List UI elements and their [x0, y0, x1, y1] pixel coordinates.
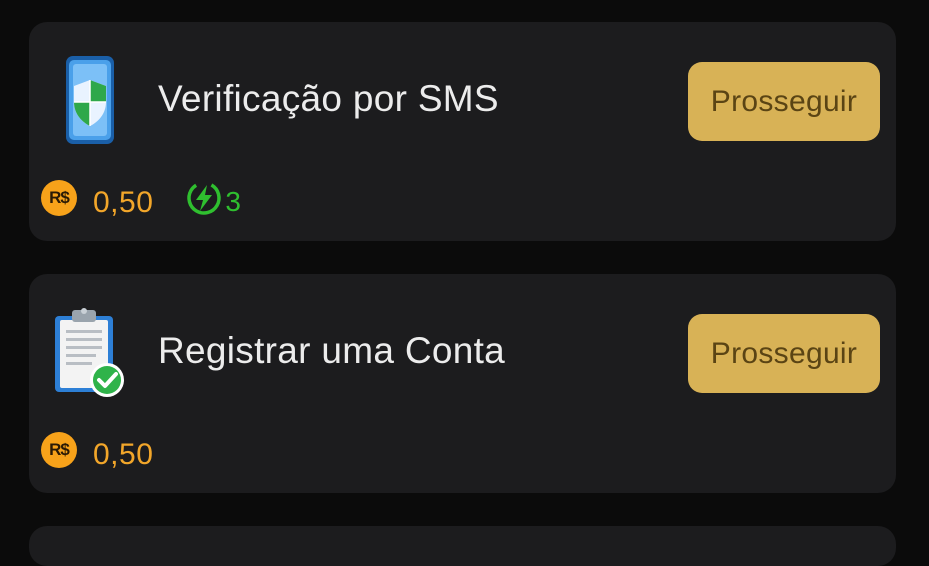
task-card-partial	[29, 526, 896, 566]
reward-amount: 0,50	[93, 438, 154, 471]
clipboard-check-icon	[49, 304, 129, 400]
reward-row: R$ 0,50	[41, 430, 154, 471]
reward-amount: 0,50	[93, 186, 154, 219]
reward-row: R$ 0,50 3	[41, 178, 241, 219]
task-card-sms: Verificação por SMS Prosseguir R$ 0,50 3	[29, 22, 896, 241]
shield-phone-icon	[49, 52, 129, 148]
task-title: Verificação por SMS	[158, 78, 499, 119]
lightning-bolt-icon	[187, 181, 222, 215]
coin-icon: R$	[41, 180, 77, 216]
bonus-count: 3	[225, 186, 241, 217]
task-title: Registrar uma Conta	[158, 330, 506, 371]
bonus-badge: 3	[185, 178, 241, 218]
coin-icon: R$	[41, 432, 77, 468]
proceed-button[interactable]: Prosseguir	[688, 62, 880, 141]
proceed-button[interactable]: Prosseguir	[688, 314, 880, 393]
task-card-register: Registrar uma Conta Prosseguir R$ 0,50	[29, 274, 896, 493]
